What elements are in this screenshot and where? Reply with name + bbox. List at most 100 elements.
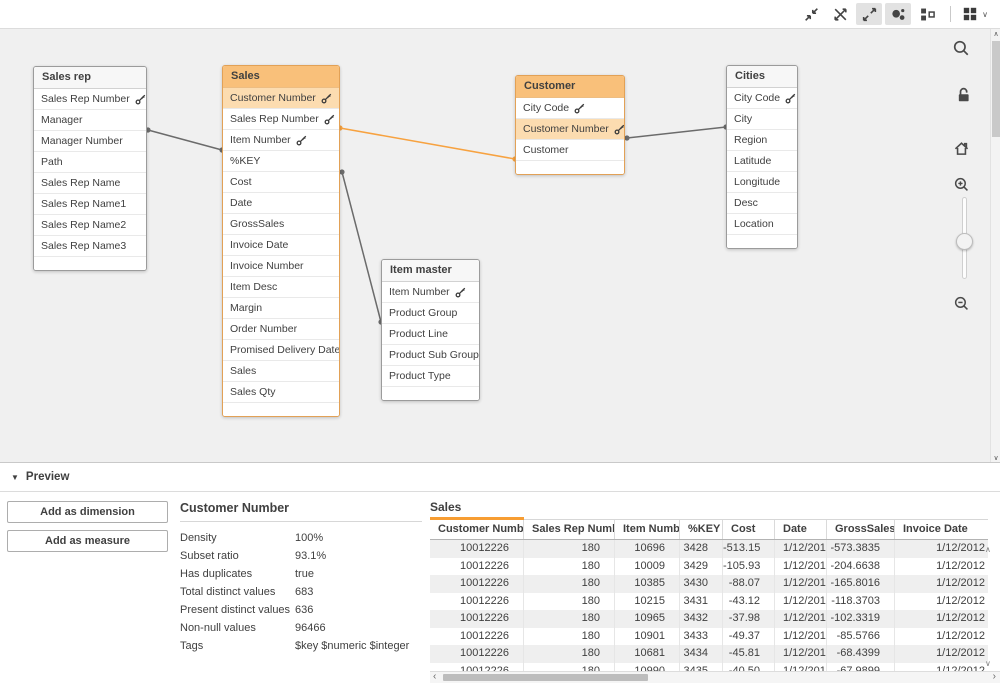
field-row[interactable]: Region bbox=[727, 130, 797, 151]
collapse-all-button[interactable] bbox=[798, 3, 824, 25]
field-info-title: Customer Number bbox=[180, 501, 422, 522]
field-row[interactable]: City bbox=[727, 109, 797, 130]
table-cell: 1/12/2012 bbox=[775, 575, 827, 593]
table-footer bbox=[34, 257, 146, 270]
table-header[interactable]: Item master bbox=[382, 260, 479, 282]
field-row[interactable]: Invoice Number bbox=[223, 256, 339, 277]
field-row[interactable]: Sales bbox=[223, 361, 339, 382]
scroll-right-icon[interactable]: › bbox=[993, 671, 996, 683]
table-header[interactable]: Cities bbox=[727, 66, 797, 88]
field-label: Longitude bbox=[734, 176, 780, 188]
scroll-up-icon[interactable]: ∧ bbox=[991, 30, 1000, 38]
field-row[interactable]: Desc bbox=[727, 193, 797, 214]
preview-table-rows: 10012226180106963428-513.151/12/2012-573… bbox=[430, 540, 988, 671]
field-row[interactable]: Invoice Date bbox=[223, 235, 339, 256]
field-row[interactable]: Manager Number bbox=[34, 131, 146, 152]
field-row[interactable]: Sales Rep Name3 bbox=[34, 236, 146, 257]
scroll-left-icon[interactable]: ‹ bbox=[433, 671, 436, 683]
zoom-slider-thumb[interactable] bbox=[956, 233, 973, 250]
field-row[interactable]: Order Number bbox=[223, 319, 339, 340]
model-table-item-master[interactable]: Item masterItem NumberProduct Group Produ… bbox=[381, 259, 480, 401]
expand-all-button[interactable] bbox=[856, 3, 882, 25]
field-row[interactable]: Promised Delivery Date bbox=[223, 340, 339, 361]
field-row[interactable]: Item Number bbox=[223, 130, 339, 151]
field-row[interactable]: Customer Number bbox=[516, 119, 624, 140]
model-table-sales-rep[interactable]: Sales repSales Rep NumberManagerManager … bbox=[33, 66, 147, 271]
field-row[interactable]: Margin bbox=[223, 298, 339, 319]
field-row[interactable]: Date bbox=[223, 193, 339, 214]
table-scroll-up-icon[interactable]: ∧ bbox=[985, 545, 991, 554]
table-scroll-down-icon[interactable]: ∨ bbox=[985, 659, 991, 668]
table-cell: 180 bbox=[524, 663, 615, 672]
field-row[interactable]: Manager bbox=[34, 110, 146, 131]
add-as-dimension-button[interactable]: Add as dimension bbox=[7, 501, 168, 523]
field-row[interactable]: Location bbox=[727, 214, 797, 235]
field-label: Invoice Date bbox=[230, 239, 288, 251]
unlock-icon[interactable] bbox=[955, 86, 972, 103]
table-header[interactable]: Customer bbox=[516, 76, 624, 98]
field-label: Customer bbox=[523, 144, 569, 156]
field-row[interactable]: Path bbox=[34, 152, 146, 173]
property-label: Density bbox=[180, 532, 295, 544]
table-row: 10012226180109013433-49.371/12/2012-85.5… bbox=[430, 628, 988, 646]
table-horizontal-scrollbar[interactable]: ‹ › bbox=[430, 671, 1000, 683]
field-row[interactable]: Sales Rep Number bbox=[34, 89, 146, 110]
column-header-date[interactable]: Date bbox=[775, 520, 827, 539]
field-row[interactable]: GrossSales bbox=[223, 214, 339, 235]
field-row[interactable]: Product Line bbox=[382, 324, 479, 345]
zoom-out-icon[interactable] bbox=[953, 295, 970, 312]
model-table-sales[interactable]: SalesCustomer NumberSales Rep NumberItem… bbox=[222, 65, 340, 417]
zoom-in-icon[interactable] bbox=[953, 176, 970, 193]
field-row[interactable]: Cost bbox=[223, 172, 339, 193]
field-row[interactable]: Sales Rep Number bbox=[223, 109, 339, 130]
column-header-sales-rep-number[interactable]: Sales Rep Number bbox=[524, 520, 615, 539]
field-row[interactable]: Sales Qty bbox=[223, 382, 339, 403]
table-cell: 10012226 bbox=[430, 540, 524, 558]
field-row[interactable]: Customer bbox=[516, 140, 624, 161]
preview-panel-toggle[interactable]: ▼ Preview bbox=[0, 462, 1000, 492]
field-row[interactable]: %KEY bbox=[223, 151, 339, 172]
table-cell: 1/12/2012 bbox=[895, 663, 988, 672]
field-label: Product Line bbox=[389, 328, 448, 340]
column-header-invoice-date[interactable]: Invoice Date bbox=[895, 520, 988, 539]
field-row[interactable]: City Code bbox=[727, 88, 797, 109]
column-header-grosssales[interactable]: GrossSales bbox=[827, 520, 895, 539]
column-header-item-number[interactable]: Item Number bbox=[615, 520, 680, 539]
internal-view-button[interactable] bbox=[885, 3, 911, 25]
field-row[interactable]: Sales Rep Name1 bbox=[34, 194, 146, 215]
field-row[interactable]: City Code bbox=[516, 98, 624, 119]
table-horizontal-scrollbar-thumb[interactable] bbox=[443, 674, 648, 681]
field-row[interactable]: Sales Rep Name2 bbox=[34, 215, 146, 236]
add-as-measure-button[interactable]: Add as measure bbox=[7, 530, 168, 552]
field-row[interactable]: Latitude bbox=[727, 151, 797, 172]
model-table-customer[interactable]: CustomerCity CodeCustomer NumberCustomer bbox=[515, 75, 625, 175]
field-properties-list: Density100%Subset ratio93.1%Has duplicat… bbox=[180, 529, 430, 655]
layout-menu-button[interactable]: ∨ bbox=[962, 3, 988, 25]
preview-panel: Add as dimension Add as measure Customer… bbox=[0, 492, 1000, 686]
field-row[interactable]: Sales Rep Name bbox=[34, 173, 146, 194]
column-header-customer-number[interactable]: Customer Number bbox=[430, 520, 524, 539]
field-row[interactable]: Customer Number bbox=[223, 88, 339, 109]
column-header-cost[interactable]: Cost bbox=[723, 520, 775, 539]
data-model-canvas[interactable]: ∧ ∨ Sales repSales Rep NumberManagerMana… bbox=[0, 28, 1000, 462]
scroll-down-icon[interactable]: ∨ bbox=[991, 454, 1000, 462]
source-view-button[interactable] bbox=[914, 3, 940, 25]
table-header[interactable]: Sales bbox=[223, 66, 339, 88]
field-row[interactable]: Product Type bbox=[382, 366, 479, 387]
show-linked-fields-button[interactable] bbox=[827, 3, 853, 25]
home-icon[interactable] bbox=[953, 140, 970, 157]
field-row[interactable]: Item Desc bbox=[223, 277, 339, 298]
table-cell: 180 bbox=[524, 610, 615, 628]
field-row[interactable]: Product Sub Group bbox=[382, 345, 479, 366]
search-icon[interactable] bbox=[952, 39, 970, 57]
column-header--key[interactable]: %KEY bbox=[680, 520, 723, 539]
field-row[interactable]: Item Number bbox=[382, 282, 479, 303]
table-cell: -85.5766 bbox=[827, 628, 895, 646]
table-header[interactable]: Sales rep bbox=[34, 67, 146, 89]
model-table-cities[interactable]: CitiesCity CodeCityRegionLatitude Longitu… bbox=[726, 65, 798, 249]
canvas-vertical-scrollbar[interactable]: ∧ ∨ bbox=[990, 29, 1000, 462]
table-cell: 10965 bbox=[615, 610, 680, 628]
canvas-vertical-scrollbar-thumb[interactable] bbox=[992, 41, 1000, 137]
field-row[interactable]: Longitude bbox=[727, 172, 797, 193]
field-row[interactable]: Product Group bbox=[382, 303, 479, 324]
